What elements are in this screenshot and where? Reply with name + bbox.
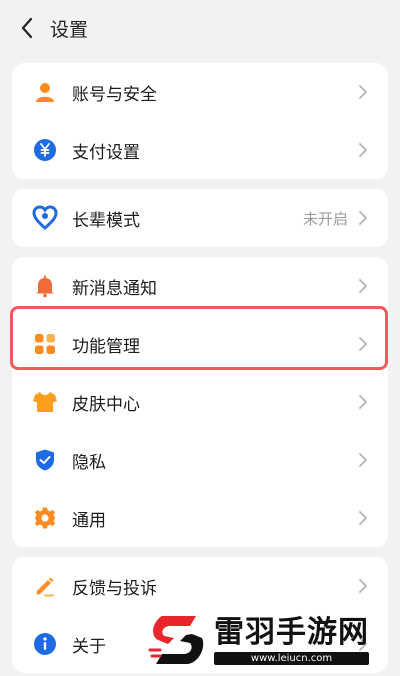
- watermark-url: www.leiucn.com: [214, 651, 369, 665]
- settings-item-label: 隐私: [72, 452, 106, 473]
- settings-item-privacy[interactable]: 隐私: [12, 431, 388, 489]
- chevron-right-icon: [356, 393, 370, 411]
- settings-item-notifications[interactable]: 新消息通知: [12, 257, 388, 315]
- elder-mode-status: 未开启: [302, 209, 348, 228]
- person-icon: [32, 79, 58, 105]
- gear-icon: [32, 505, 58, 531]
- watermark: 雷羽手游网 www.leiucn.com: [148, 606, 398, 674]
- settings-item-label: 长辈模式: [72, 210, 140, 231]
- settings-item-label: 新消息通知: [72, 278, 157, 299]
- settings-item-label: 账号与安全: [72, 84, 157, 105]
- chevron-left-icon: [21, 17, 33, 39]
- chevron-right-icon: [356, 141, 370, 159]
- watermark-name: 雷羽手游网: [214, 614, 369, 650]
- chevron-right-icon: [356, 577, 370, 595]
- settings-item-skin-center[interactable]: 皮肤中心: [12, 373, 388, 431]
- grid-icon: [32, 331, 58, 357]
- bell-icon: [32, 273, 58, 299]
- back-button[interactable]: [14, 15, 40, 41]
- shirt-icon: [32, 389, 58, 415]
- settings-item-label: 功能管理: [72, 336, 140, 357]
- page-title: 设置: [50, 18, 89, 41]
- watermark-logo-icon: [148, 616, 204, 664]
- settings-item-elder-mode[interactable]: 长辈模式 未开启: [12, 189, 388, 247]
- chevron-right-icon: [356, 451, 370, 469]
- settings-group-general: 新消息通知 功能管理 皮肤中心 隐私 通用: [12, 257, 388, 547]
- chevron-right-icon: [356, 209, 370, 227]
- chevron-right-icon: [356, 83, 370, 101]
- settings-item-label: 支付设置: [72, 142, 140, 163]
- chevron-right-icon: [356, 335, 370, 353]
- settings-item-label: 通用: [72, 510, 106, 531]
- chevron-right-icon: [356, 277, 370, 295]
- settings-item-account-security[interactable]: 账号与安全: [12, 63, 388, 121]
- settings-item-label: 皮肤中心: [72, 394, 140, 415]
- settings-item-label: 反馈与投诉: [72, 578, 157, 599]
- info-icon: [32, 631, 58, 657]
- settings-item-feature-management[interactable]: 功能管理: [12, 315, 388, 373]
- pencil-icon: [32, 573, 58, 599]
- shield-icon: [32, 447, 58, 473]
- settings-group-account: 账号与安全 支付设置: [12, 63, 388, 179]
- settings-item-payment[interactable]: 支付设置: [12, 121, 388, 179]
- header: 设置: [0, 0, 400, 56]
- heart-icon: [32, 205, 58, 231]
- chevron-right-icon: [356, 509, 370, 527]
- settings-item-general[interactable]: 通用: [12, 489, 388, 547]
- yuan-icon: [32, 137, 58, 163]
- settings-group-elder: 长辈模式 未开启: [12, 189, 388, 247]
